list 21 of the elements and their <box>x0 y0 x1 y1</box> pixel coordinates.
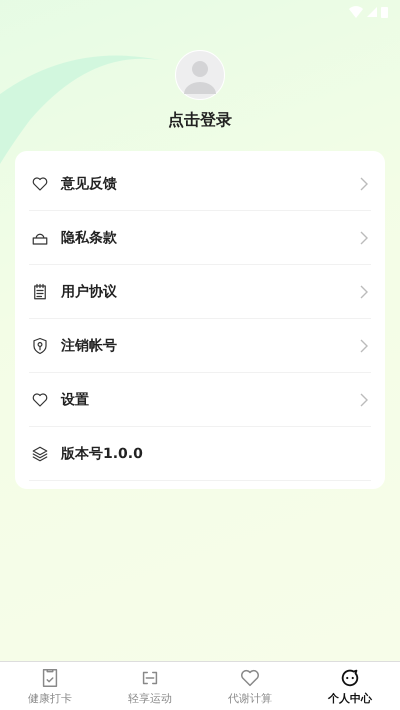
menu-item[interactable]: 隐私条款 <box>61 228 359 246</box>
nav-tab[interactable]: 健康打卡 <box>0 662 100 710</box>
battery-icon <box>381 6 388 18</box>
menu-item[interactable]: 意见反馈 <box>61 174 359 192</box>
heart-icon <box>31 390 49 408</box>
nav-tab[interactable]: 轻享运动 <box>100 662 200 710</box>
wifi-icon <box>349 6 363 18</box>
nav-tab[interactable]: 代谢计算 <box>200 662 300 710</box>
menu-item[interactable]: 设置 <box>61 390 359 408</box>
layers-icon <box>31 444 49 462</box>
shield-icon <box>31 336 49 354</box>
menu-item[interactable]: 版本号1.0.0 <box>61 444 369 462</box>
login-link[interactable]: 点击登录 <box>168 110 232 131</box>
menu-item[interactable]: 注销帐号 <box>61 336 359 354</box>
clipboard-icon <box>31 282 49 300</box>
signal-icon <box>367 7 377 17</box>
nav-tab[interactable]: 个人中心 <box>300 662 400 710</box>
face-icon <box>339 666 361 688</box>
menu-item[interactable]: 用户协议 <box>61 282 359 300</box>
avatar[interactable] <box>175 50 225 100</box>
heart-icon <box>31 174 49 192</box>
